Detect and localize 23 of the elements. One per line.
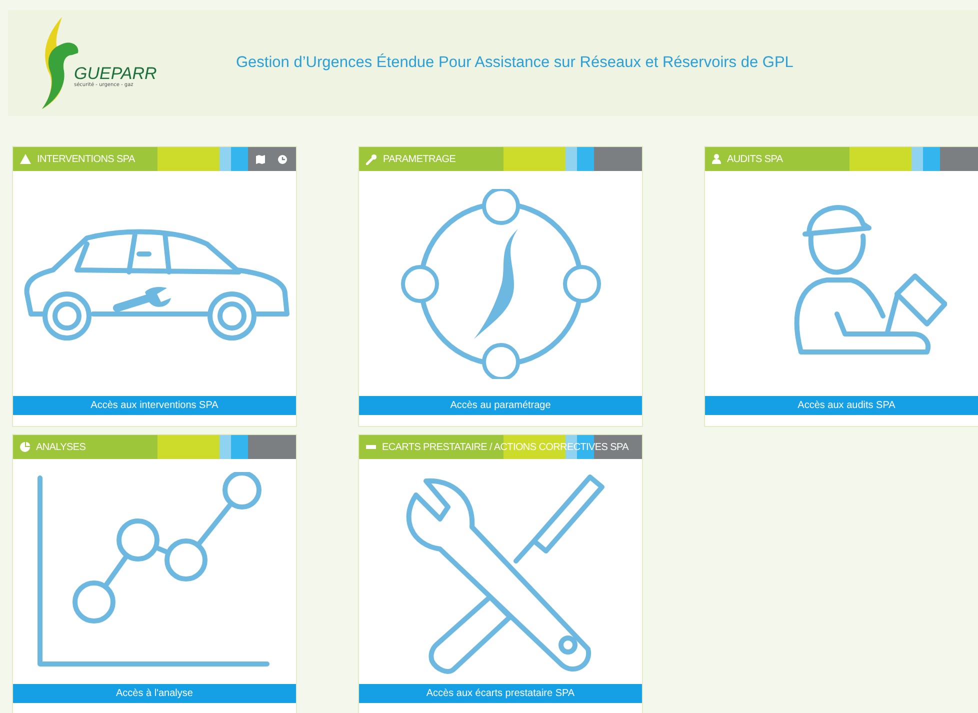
app-title: Gestion d’Urgences Étendue Pour Assistance sur Réseaux et Réservoirs de GPL <box>236 54 794 72</box>
tile-title: PARAMETRAGE <box>383 154 456 164</box>
clock-icon[interactable] <box>278 154 287 164</box>
map-icon[interactable] <box>256 154 265 164</box>
tile-title: ANALYSES <box>36 442 86 452</box>
tile-link[interactable]: Accès à l'analyse <box>13 684 296 703</box>
tile-title: ECARTS PRESTATAIRE / ACTIONS CORRECTIVES SPA <box>382 442 628 452</box>
chart-point <box>222 472 262 509</box>
warning-icon <box>20 154 31 164</box>
tile-title: INTERVENTIONS SPA <box>37 154 135 164</box>
tile-link[interactable]: Accès aux écarts prestataire SPA <box>359 684 642 703</box>
tile-link[interactable]: Accès au paramétrage <box>359 396 642 415</box>
chart-point <box>116 518 160 561</box>
tile-link[interactable]: Accès aux audits SPA <box>705 396 978 415</box>
chart-point <box>164 538 208 581</box>
minus-icon <box>366 445 376 449</box>
tile-title: AUDITS SPA <box>727 154 783 164</box>
tile-link[interactable]: Accès aux interventions SPA <box>13 396 296 415</box>
person-icon <box>712 154 721 164</box>
logo-name: GUEPARR <box>74 65 157 82</box>
chart-point <box>72 580 116 623</box>
pie-chart-icon <box>20 442 30 452</box>
wrench-icon <box>366 154 377 164</box>
